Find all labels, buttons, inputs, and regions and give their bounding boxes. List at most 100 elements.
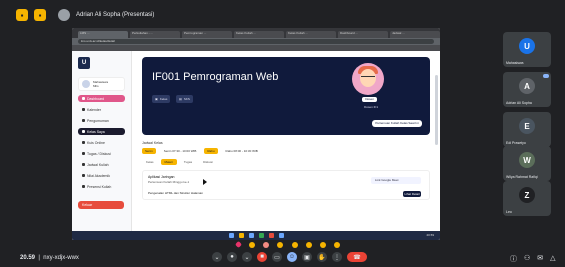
avatar: E	[519, 118, 535, 134]
more-icon[interactable]: ⌄	[212, 252, 222, 262]
tab-materi[interactable]: Materi	[160, 159, 177, 165]
participant-name: Mahasiswa	[506, 61, 524, 65]
sidebar-item[interactable]: Dashboard	[78, 95, 125, 102]
course-title: IF001 Pemrograman Web	[152, 71, 279, 83]
captions-icon[interactable]: ▭	[272, 252, 282, 262]
sidebar-item[interactable]: Kuis Online	[78, 139, 125, 146]
heart-icon[interactable]	[234, 240, 243, 249]
app-icon[interactable]	[278, 233, 284, 238]
participant-tile[interactable]: W Wilya Rahmat Rafiqi	[503, 146, 551, 181]
lms-tabs: Kelas Materi Tugas Diskusi	[142, 159, 430, 165]
scrollbar[interactable]	[435, 75, 438, 145]
activities-icon[interactable]: △	[550, 254, 555, 264]
browser-tab[interactable]: Perkuliahan - ...	[130, 31, 180, 38]
logout-button[interactable]: Keluar	[78, 201, 124, 209]
meet-window: ▪ ▪ Adrian Ali Sopha (Presentasi) LMS ..…	[0, 0, 565, 267]
info-icon[interactable]: ⓘ	[510, 254, 517, 264]
party-icon[interactable]	[263, 241, 270, 248]
app-icon[interactable]	[268, 233, 274, 238]
present-icon[interactable]: ▣	[302, 252, 312, 262]
menu-icon	[82, 119, 85, 122]
participant-tile[interactable]: E Edi Prasetyo	[503, 112, 551, 147]
user-card: Mahasiswa Mhs	[78, 77, 125, 91]
meet-link[interactable]: Link Google Meet	[371, 177, 421, 184]
sidebar-item[interactable]: Kelas Saya	[78, 128, 125, 135]
surprised-icon[interactable]	[291, 241, 298, 248]
presenter-label: Adrian Ali Sopha (Presentasi)	[76, 12, 155, 18]
thumbs-down-icon[interactable]	[333, 241, 340, 248]
browser-tab[interactable]: Pemrograman ...	[182, 31, 232, 38]
meeting-info: 20.59 | nxy-xdjx-wwx	[20, 255, 79, 261]
thumbs-up-icon[interactable]	[249, 241, 256, 248]
browser-tab[interactable]: Jadwal ...	[390, 31, 440, 38]
lms-sidebar: U Mahasiswa Mhs Dashboard Kalender Pengumu…	[72, 51, 132, 240]
sidebar-item[interactable]: Jadwal Kuliah	[78, 161, 125, 168]
more-options-icon[interactable]: ⋮	[332, 252, 342, 262]
class-icon: ▣	[155, 97, 158, 101]
sidebar-item[interactable]: Tugas / Diskusi	[78, 150, 125, 157]
participant-tile[interactable]: A Adrian Ali Sopha	[503, 72, 551, 107]
schedule-time: Senin 07:30 - 10:00 WIB	[163, 149, 197, 153]
sks-icon: ▤	[179, 97, 182, 101]
browser-tab-strip: LMS ... Perkuliahan - ... Pemrograman ... K…	[72, 28, 440, 38]
schedule-time: Rabu 08:00 - 10:30 WIB	[225, 149, 258, 153]
course-pill-sks: ▤ SKS	[176, 95, 193, 103]
thinking-icon[interactable]	[319, 241, 326, 248]
presenter-bar: ▪ ▪ Adrian Ali Sopha (Presentasi)	[0, 0, 565, 30]
app-icon[interactable]	[258, 233, 264, 238]
course-cta-button[interactable]: Pertemuan Kuliah Kelas Saat Ini	[372, 120, 422, 127]
leave-call-button[interactable]: ☎	[347, 252, 367, 262]
lecturer-avatar	[352, 63, 384, 95]
raise-hand-icon[interactable]: ✋	[317, 252, 327, 262]
sidebar-item[interactable]: Nilai Akademik	[78, 172, 125, 179]
start-icon[interactable]	[228, 233, 234, 238]
camera-off-icon[interactable]: ■	[257, 252, 267, 262]
lms-menu: Dashboard Kalender Pengumuman Kelas Saya Kui…	[78, 95, 125, 190]
pin-icon[interactable]: ▪	[34, 9, 46, 21]
sidebar-item-label: Tugas / Diskusi	[87, 151, 111, 156]
sidebar-item-label: Presensi Kuliah	[87, 184, 112, 189]
emoji-icon[interactable]: ☺	[287, 252, 297, 262]
lecturer-name: Dosen IF1	[364, 105, 378, 109]
card-detail-button[interactable]: Lihat Detail	[403, 191, 421, 197]
joy-icon[interactable]	[277, 241, 284, 248]
browser-tab[interactable]: LMS ...	[78, 31, 128, 38]
meet-control-bar: 20.59 | nxy-xdjx-wwx ⌄ ● ⌄ ■ ▭ ☺ ▣ ✋ ⋮ ☎…	[0, 252, 565, 267]
participant-tile[interactable]: Z Leo	[503, 181, 551, 216]
participant-tile[interactable]: U Mahasiswa	[503, 32, 551, 67]
people-icon[interactable]: ⚇	[524, 254, 530, 264]
card-title: Aplikasi Jaringan	[148, 175, 175, 179]
meeting-code: nxy-xdjx-wwx	[43, 255, 79, 261]
card-subtitle: Pertemuan Kuliah Minggu ke-1	[148, 180, 190, 184]
sidebar-item[interactable]: Presensi Kuliah	[78, 183, 125, 190]
cry-icon[interactable]	[305, 241, 312, 248]
browser-icon[interactable]	[248, 233, 254, 238]
browser-tab[interactable]: Kelas Kuliah ...	[286, 31, 336, 38]
layout-icon[interactable]: ▪	[16, 9, 28, 21]
lms-logo: U	[78, 57, 90, 69]
explorer-icon[interactable]	[238, 233, 244, 238]
play-icon[interactable]	[203, 179, 207, 185]
tab-diskusi[interactable]: Diskusi	[199, 159, 217, 165]
chat-icon[interactable]: ✉	[537, 254, 543, 264]
avatar: A	[519, 78, 535, 94]
sidebar-item[interactable]: Kalender	[78, 106, 125, 113]
browser-tab[interactable]: Dashboard ...	[338, 31, 388, 38]
sidebar-item-label: Pengumuman	[87, 118, 109, 123]
menu-icon	[82, 108, 85, 111]
sidebar-item-label: Kuis Online	[87, 140, 105, 145]
tab-kelas[interactable]: Kelas	[142, 159, 158, 165]
sidebar-item[interactable]: Pengumuman	[78, 117, 125, 124]
participant-name: Edi Prasetyo	[506, 141, 526, 145]
user-role: Mhs	[93, 84, 99, 88]
avatar: Z	[519, 187, 535, 203]
meeting-controls: ⌄ ● ⌄ ■ ▭ ☺ ▣ ✋ ⋮ ☎	[212, 252, 367, 262]
menu-icon	[82, 130, 85, 133]
caret-icon[interactable]: ⌄	[242, 252, 252, 262]
browser-tab[interactable]: Kelas Kuliah ...	[234, 31, 284, 38]
tab-tugas[interactable]: Tugas	[180, 159, 196, 165]
schedule-label: Jadwal Kelas	[142, 141, 163, 145]
right-controls: ⓘ ⚇ ✉ △	[510, 254, 556, 264]
mic-icon[interactable]: ●	[227, 252, 237, 262]
sidebar-item-label: Nilai Akademik	[87, 173, 110, 178]
